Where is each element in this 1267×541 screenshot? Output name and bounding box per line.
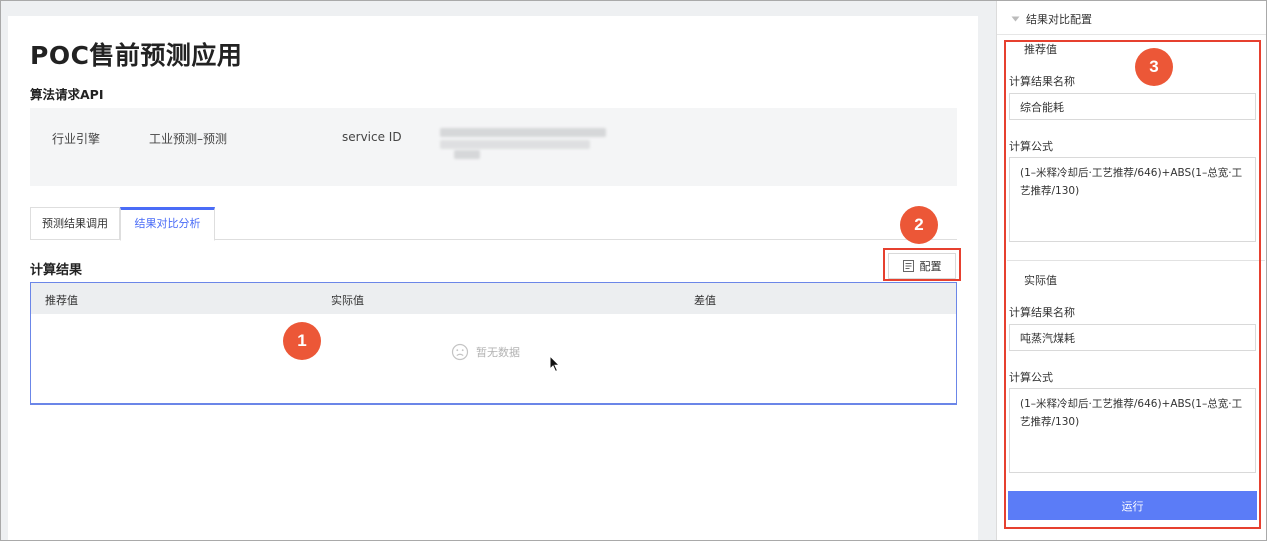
side-panel-title: 结果对比配置 [1026, 13, 1092, 26]
config-side-panel: 结果对比配置 推荐值 计算结果名称 计算公式 (1–米释冷却后·工艺推荐/646… [996, 0, 1267, 541]
config-icon [902, 260, 914, 272]
column-actual: 实际值 [331, 294, 364, 307]
actual-name-input[interactable] [1009, 324, 1256, 351]
annotation-badge-3: 3 [1135, 48, 1173, 86]
sad-face-icon [451, 343, 469, 361]
actual-formula-label: 计算公式 [1009, 371, 1053, 384]
tab-prediction-call[interactable]: 预测结果调用 [30, 207, 120, 240]
empty-state: 暂无数据 [451, 343, 520, 361]
api-info-box: 行业引擎 工业预测–预测 service ID [30, 108, 957, 186]
divider [997, 34, 1267, 35]
engine-label: 行业引擎 [52, 132, 101, 146]
annotation-badge-1: 1 [283, 322, 321, 360]
caret-down-icon [1011, 16, 1020, 22]
column-difference: 差值 [694, 294, 716, 307]
results-table: 推荐值 实际值 差值 暂无数据 [30, 282, 957, 404]
group-divider [1007, 260, 1265, 261]
mouse-cursor-icon [549, 355, 561, 373]
config-button[interactable]: 配置 [888, 253, 956, 279]
api-section-title: 算法请求API [30, 87, 104, 102]
run-button[interactable]: 运行 [1008, 491, 1257, 520]
column-recommended: 推荐值 [45, 294, 78, 307]
tab-bar: 预测结果调用 结果对比分析 [30, 207, 957, 241]
recommended-name-label: 计算结果名称 [1009, 75, 1075, 88]
service-id-value-redacted [440, 126, 610, 159]
page-title: POC售前预测应用 [30, 41, 243, 70]
table-header: 推荐值 实际值 差值 [31, 283, 956, 314]
tab-result-comparison[interactable]: 结果对比分析 [120, 207, 215, 241]
recommended-formula-label: 计算公式 [1009, 140, 1053, 153]
actual-name-label: 计算结果名称 [1009, 306, 1075, 319]
recommended-name-input[interactable] [1009, 93, 1256, 120]
empty-text: 暂无数据 [476, 346, 520, 359]
main-panel: POC售前预测应用 算法请求API 行业引擎 工业预测–预测 service I… [8, 16, 978, 541]
recommended-group-title: 推荐值 [1024, 43, 1057, 56]
results-title: 计算结果 [30, 263, 83, 278]
annotation-badge-2: 2 [900, 206, 938, 244]
actual-formula-input[interactable]: (1–米释冷却后·工艺推荐/646)+ABS(1–总宽·工艺推荐/130) [1009, 388, 1256, 473]
config-button-label: 配置 [919, 260, 942, 273]
recommended-formula-input[interactable]: (1–米释冷却后·工艺推荐/646)+ABS(1–总宽·工艺推荐/130) [1009, 157, 1256, 242]
engine-value: 工业预测–预测 [149, 132, 228, 146]
service-id-label: service ID [342, 130, 402, 144]
side-panel-header[interactable]: 结果对比配置 [1011, 11, 1092, 27]
actual-group-title: 实际值 [1024, 274, 1057, 287]
